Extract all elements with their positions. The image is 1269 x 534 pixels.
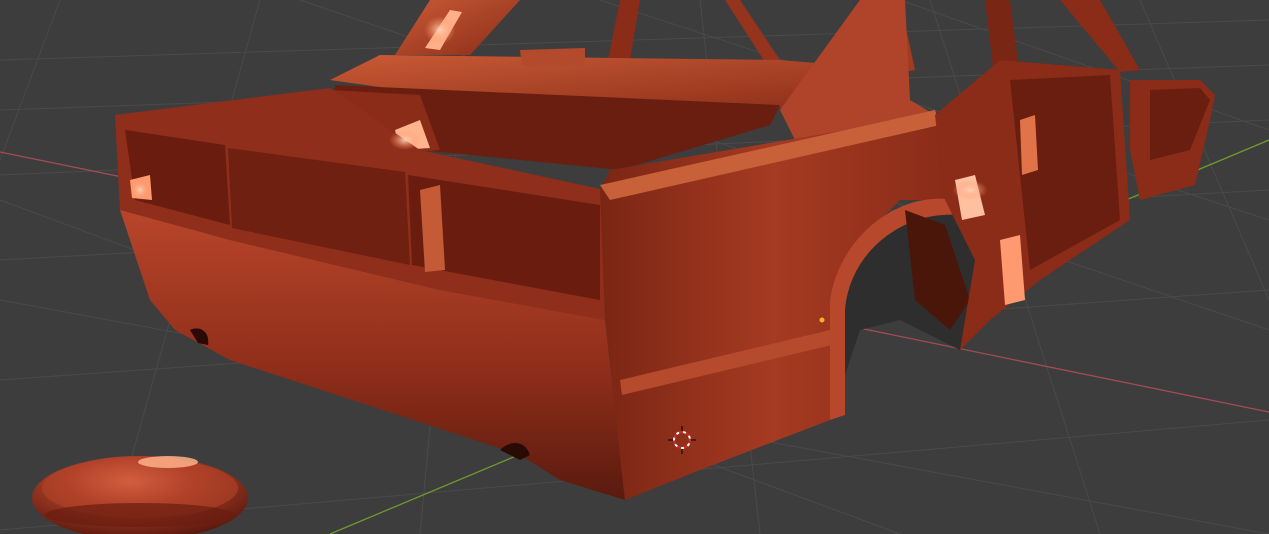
3d-viewport[interactable] [0,0,1269,534]
object-origin-icon [819,317,825,323]
viewport-canvas[interactable] [0,0,1269,534]
wheel-cap-mesh[interactable] [32,456,248,534]
car-body-mesh[interactable] [115,0,1215,500]
